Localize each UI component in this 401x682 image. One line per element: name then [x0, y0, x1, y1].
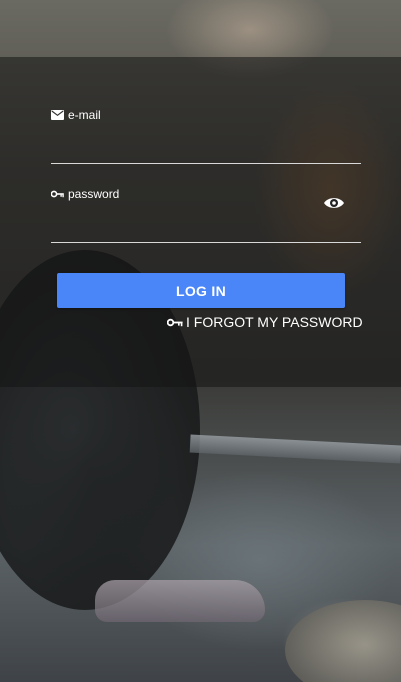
key-icon [51, 190, 64, 198]
background-shoe [95, 580, 265, 622]
password-label-text: password [68, 187, 120, 201]
email-label-text: e-mail [68, 108, 101, 122]
email-field[interactable]: e-mail [51, 108, 361, 164]
eye-icon[interactable] [323, 195, 345, 211]
password-field[interactable]: password [51, 187, 361, 243]
login-button[interactable]: LOG IN [57, 273, 345, 308]
password-underline [51, 242, 361, 243]
forgot-password-text: I FORGOT MY PASSWORD [186, 314, 363, 330]
password-label: password [51, 187, 361, 201]
key-icon [167, 318, 183, 326]
mail-icon [51, 110, 64, 120]
email-label: e-mail [51, 108, 361, 122]
login-screen: e-mail password LOG IN I FORGOT MY PASSW… [0, 0, 401, 682]
forgot-password-link[interactable]: I FORGOT MY PASSWORD [167, 314, 363, 330]
email-underline [51, 163, 361, 164]
